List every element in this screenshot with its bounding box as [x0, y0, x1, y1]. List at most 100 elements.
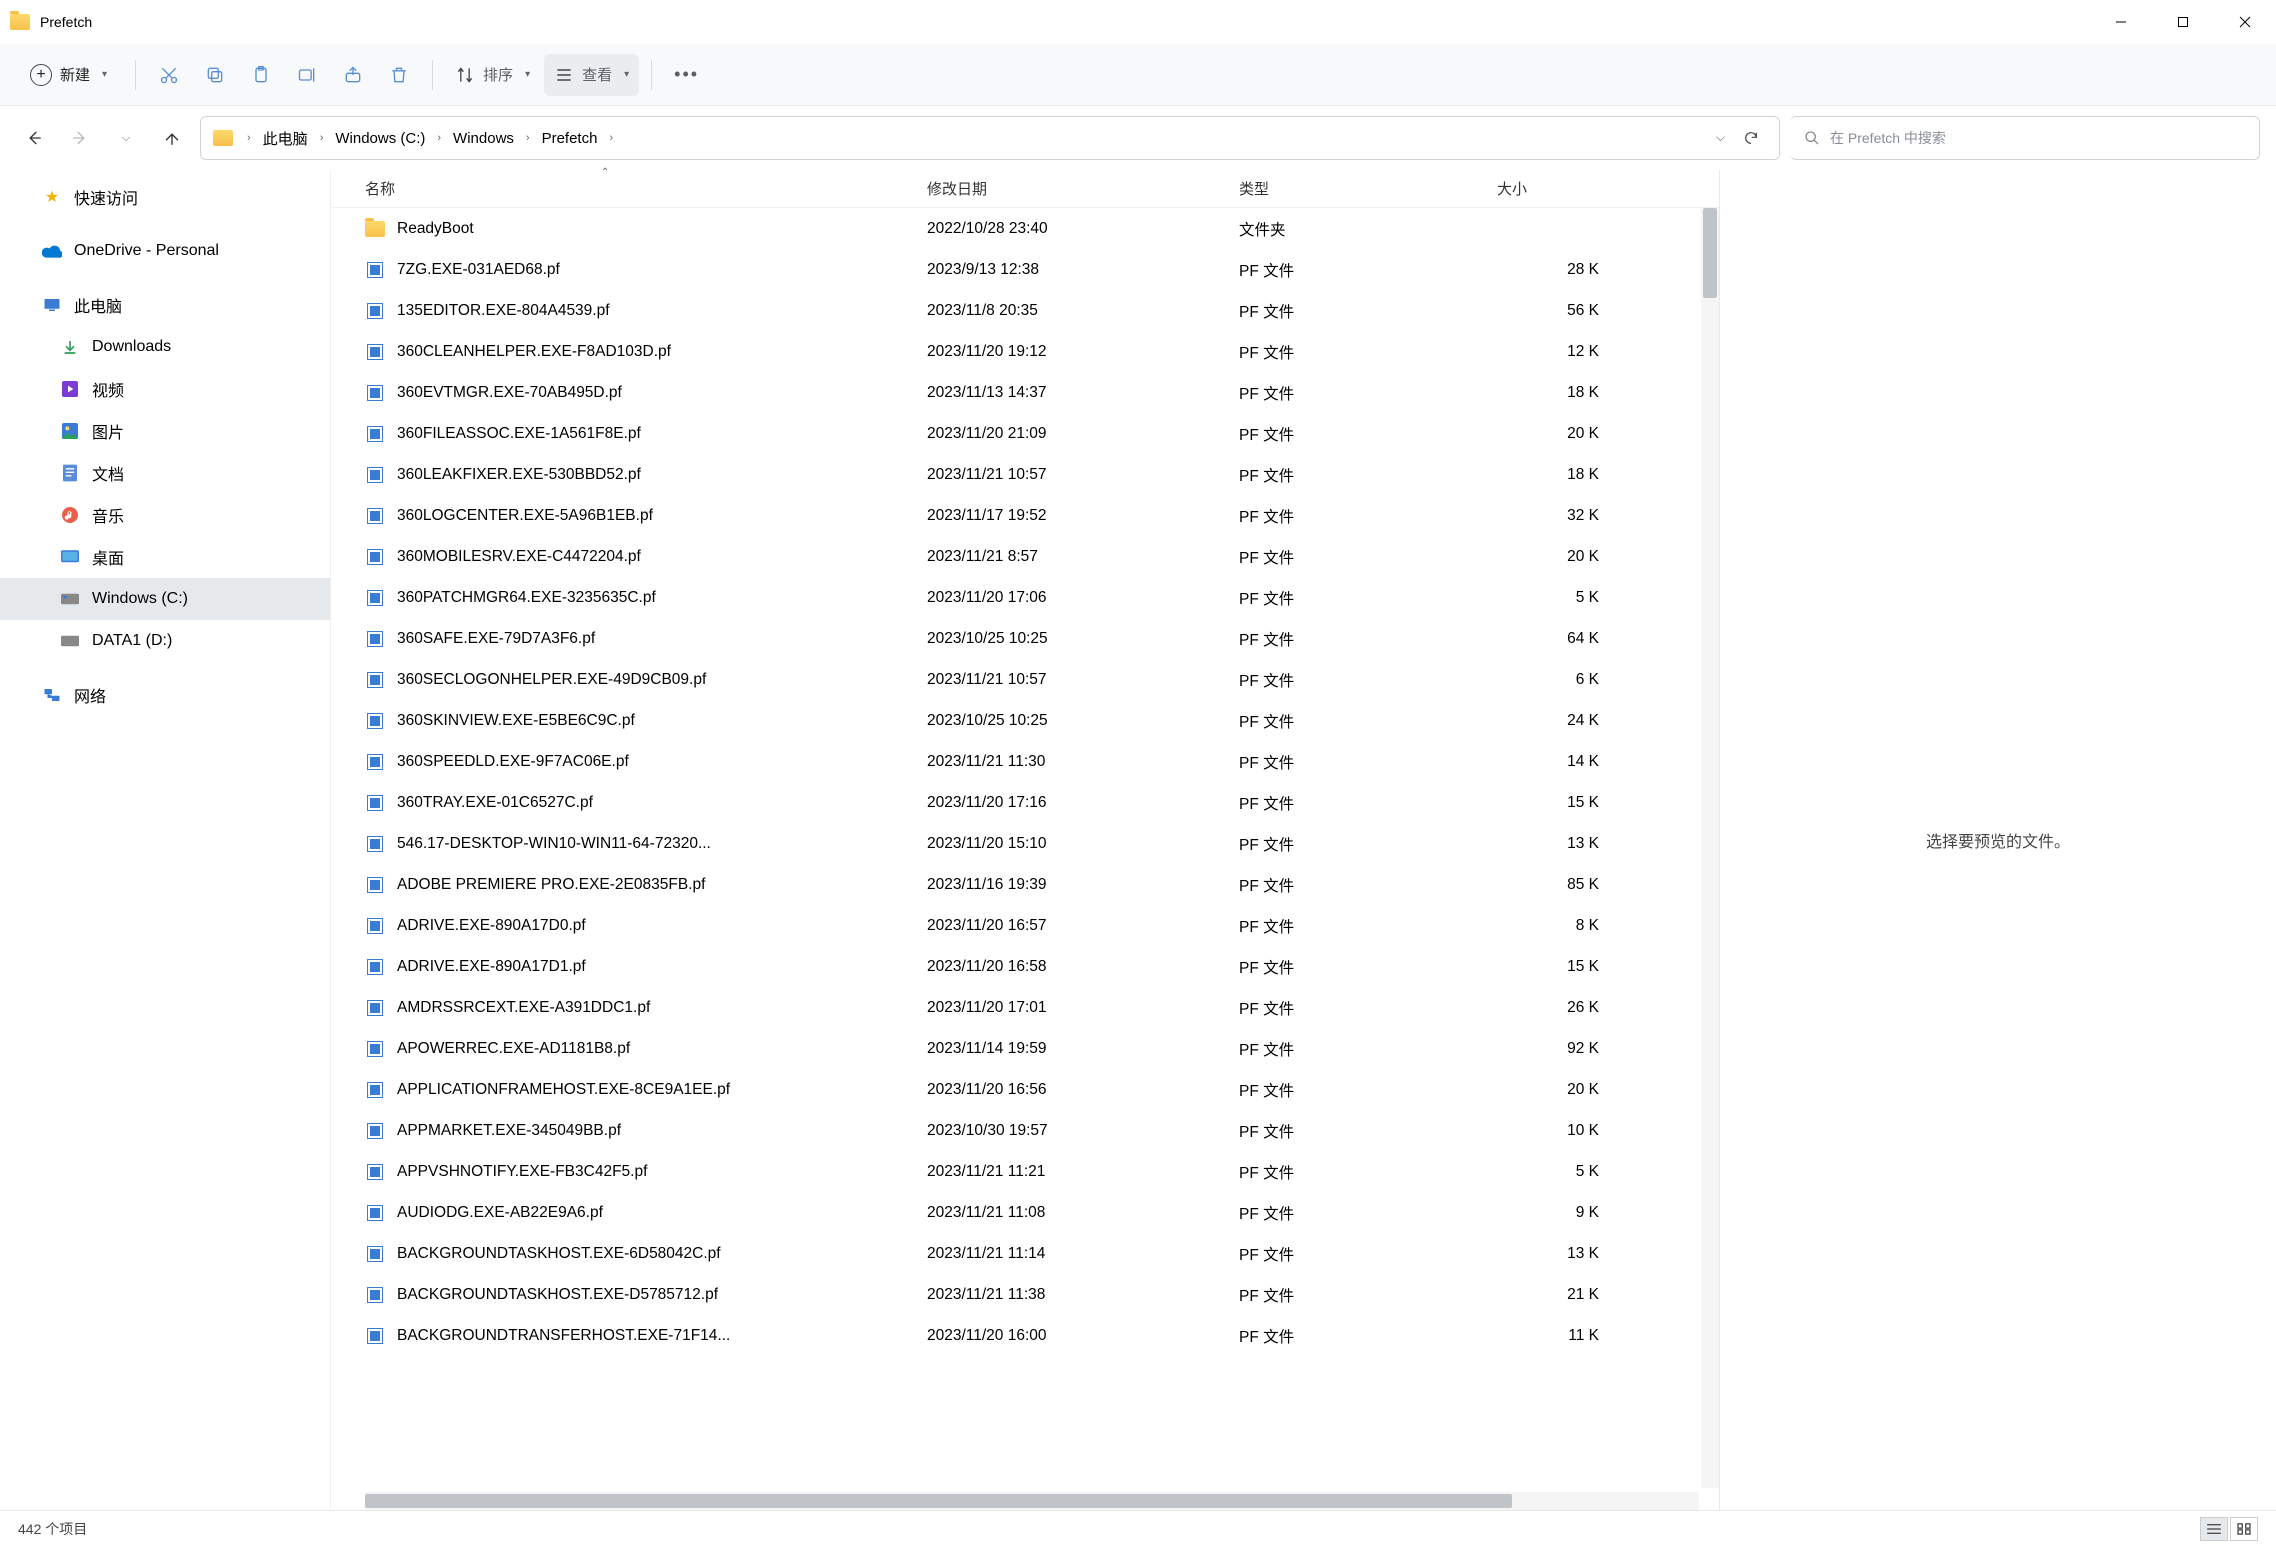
view-button[interactable]: 查看 ▾ [544, 54, 639, 96]
minimize-button[interactable] [2090, 0, 2152, 44]
breadcrumb[interactable]: Windows [449, 126, 518, 151]
file-list: ReadyBoot2022/10/28 23:40文件夹7ZG.EXE-031A… [331, 208, 1719, 1488]
table-row[interactable]: 360EVTMGR.EXE-70AB495D.pf2023/11/13 14:3… [331, 372, 1719, 413]
details-view-button[interactable] [2200, 1517, 2228, 1541]
table-row[interactable]: 360SKINVIEW.EXE-E5BE6C9C.pf2023/10/25 10… [331, 700, 1719, 741]
sidebar-item-network[interactable]: 网络 [0, 674, 330, 716]
table-row[interactable]: 360TRAY.EXE-01C6527C.pf2023/11/20 17:16P… [331, 782, 1719, 823]
window-title: Prefetch [40, 14, 92, 30]
table-row[interactable]: 360PATCHMGR64.EXE-3235635C.pf2023/11/20 … [331, 577, 1719, 618]
horizontal-scrollbar[interactable] [365, 1492, 1699, 1510]
close-button[interactable] [2214, 0, 2276, 44]
copy-button[interactable] [194, 54, 236, 96]
table-row[interactable]: APOWERREC.EXE-AD1181B8.pf2023/11/14 19:5… [331, 1028, 1719, 1069]
sidebar-item-data1-d[interactable]: DATA1 (D:) [0, 620, 330, 662]
sidebar-item-label: 视频 [92, 377, 124, 401]
column-name[interactable]: 名称 [365, 178, 927, 199]
cut-button[interactable] [148, 54, 190, 96]
table-row[interactable]: 360SAFE.EXE-79D7A3F6.pf2023/10/25 10:25P… [331, 618, 1719, 659]
sidebar-item-pictures[interactable]: 图片 [0, 410, 330, 452]
rename-button[interactable] [286, 54, 328, 96]
table-row[interactable]: 360MOBILESRV.EXE-C4472204.pf2023/11/21 8… [331, 536, 1719, 577]
file-name: APPMARKET.EXE-345049BB.pf [397, 1122, 927, 1140]
table-row[interactable]: AUDIODG.EXE-AB22E9A6.pf2023/11/21 11:08P… [331, 1192, 1719, 1233]
breadcrumb[interactable]: 此电脑 [259, 124, 312, 153]
preview-empty-text: 选择要预览的文件。 [1926, 828, 2070, 852]
table-row[interactable]: BACKGROUNDTASKHOST.EXE-D5785712.pf2023/1… [331, 1274, 1719, 1315]
file-name: 360SPEEDLD.EXE-9F7AC06E.pf [397, 753, 927, 771]
sidebar-item-documents[interactable]: 文档 [0, 452, 330, 494]
breadcrumb[interactable]: Prefetch [538, 126, 602, 151]
chevron-down-icon[interactable]: ⌵ [1716, 130, 1725, 146]
delete-button[interactable] [378, 54, 420, 96]
file-date: 2023/11/21 11:38 [927, 1286, 1239, 1304]
table-row[interactable]: ADRIVE.EXE-890A17D1.pf2023/11/20 16:58PF… [331, 946, 1719, 987]
table-row[interactable]: APPVSHNOTIFY.EXE-FB3C42F5.pf2023/11/21 1… [331, 1151, 1719, 1192]
maximize-button[interactable] [2152, 0, 2214, 44]
paste-button[interactable] [240, 54, 282, 96]
table-row[interactable]: 546.17-DESKTOP-WIN10-WIN11-64-72320...20… [331, 823, 1719, 864]
sidebar-item-downloads[interactable]: Downloads [0, 326, 330, 368]
table-row[interactable]: ReadyBoot2022/10/28 23:40文件夹 [331, 208, 1719, 249]
sidebar-item-windows-c[interactable]: Windows (C:) [0, 578, 330, 620]
forward-button[interactable] [62, 120, 98, 156]
file-size: 26 K [1489, 999, 1599, 1017]
recent-locations-button[interactable]: ⌵ [108, 120, 144, 156]
table-row[interactable]: 360LEAKFIXER.EXE-530BBD52.pf2023/11/21 1… [331, 454, 1719, 495]
search-icon [1804, 130, 1820, 146]
music-icon [60, 505, 80, 525]
table-row[interactable]: APPMARKET.EXE-345049BB.pf2023/10/30 19:5… [331, 1110, 1719, 1151]
table-row[interactable]: AMDRSSRCEXT.EXE-A391DDC1.pf2023/11/20 17… [331, 987, 1719, 1028]
file-type: PF 文件 [1239, 1202, 1489, 1224]
sidebar-item-quick-access[interactable]: ★快速访问 [0, 176, 330, 218]
table-row[interactable]: 360SECLOGONHELPER.EXE-49D9CB09.pf2023/11… [331, 659, 1719, 700]
table-row[interactable]: 360LOGCENTER.EXE-5A96B1EB.pf2023/11/17 1… [331, 495, 1719, 536]
new-button[interactable]: + 新建 ▾ [18, 54, 123, 96]
sidebar-item-videos[interactable]: 视频 [0, 368, 330, 410]
sidebar-item-music[interactable]: 音乐 [0, 494, 330, 536]
table-row[interactable]: 7ZG.EXE-031AED68.pf2023/9/13 12:38PF 文件2… [331, 249, 1719, 290]
sidebar-item-label: OneDrive - Personal [74, 242, 219, 260]
table-row[interactable]: ADOBE PREMIERE PRO.EXE-2E0835FB.pf2023/1… [331, 864, 1719, 905]
folder-icon [365, 219, 385, 239]
sidebar-item-onedrive[interactable]: OneDrive - Personal [0, 230, 330, 272]
file-date: 2023/11/20 17:01 [927, 999, 1239, 1017]
sort-button[interactable]: 排序 ▾ [445, 54, 540, 96]
table-row[interactable]: BACKGROUNDTASKHOST.EXE-6D58042C.pf2023/1… [331, 1233, 1719, 1274]
column-date[interactable]: 修改日期 [927, 178, 1239, 199]
table-row[interactable]: APPLICATIONFRAMEHOST.EXE-8CE9A1EE.pf2023… [331, 1069, 1719, 1110]
column-type[interactable]: 类型 [1239, 178, 1497, 199]
file-name: 360LEAKFIXER.EXE-530BBD52.pf [397, 466, 927, 484]
table-row[interactable]: 360CLEANHELPER.EXE-F8AD103D.pf2023/11/20… [331, 331, 1719, 372]
up-button[interactable] [154, 120, 190, 156]
column-size[interactable]: 大小 [1497, 178, 1627, 199]
breadcrumb[interactable]: Windows (C:) [331, 126, 429, 151]
back-button[interactable] [16, 120, 52, 156]
table-row[interactable]: 360SPEEDLD.EXE-9F7AC06E.pf2023/11/21 11:… [331, 741, 1719, 782]
vertical-scrollbar[interactable] [1701, 208, 1719, 1488]
more-button[interactable]: ••• [664, 54, 709, 96]
sidebar-item-label: 图片 [92, 419, 124, 443]
file-name: BACKGROUNDTASKHOST.EXE-D5785712.pf [397, 1286, 927, 1304]
table-row[interactable]: ADRIVE.EXE-890A17D0.pf2023/11/20 16:57PF… [331, 905, 1719, 946]
address-bar[interactable]: › 此电脑 › Windows (C:) › Windows › Prefetc… [200, 116, 1780, 160]
refresh-icon[interactable] [1743, 130, 1759, 146]
table-row[interactable]: BACKGROUNDTRANSFERHOST.EXE-71F14...2023/… [331, 1315, 1719, 1356]
table-row[interactable]: 135EDITOR.EXE-804A4539.pf2023/11/8 20:35… [331, 290, 1719, 331]
file-size: 21 K [1489, 1286, 1599, 1304]
file-icon [365, 752, 385, 772]
table-row[interactable]: 360FILEASSOC.EXE-1A561F8E.pf2023/11/20 2… [331, 413, 1719, 454]
file-date: 2023/10/25 10:25 [927, 630, 1239, 648]
scrollbar-thumb[interactable] [365, 1494, 1512, 1508]
file-icon [365, 506, 385, 526]
file-name: AUDIODG.EXE-AB22E9A6.pf [397, 1204, 927, 1222]
sidebar-item-this-pc[interactable]: 此电脑 [0, 284, 330, 326]
sort-icon [455, 65, 475, 85]
sidebar-item-desktop[interactable]: 桌面 [0, 536, 330, 578]
preview-pane: 选择要预览的文件。 [1719, 170, 2276, 1510]
thumbnails-view-button[interactable] [2230, 1517, 2258, 1541]
search-input[interactable]: 在 Prefetch 中搜索 [1790, 116, 2260, 160]
share-button[interactable] [332, 54, 374, 96]
scrollbar-thumb[interactable] [1703, 208, 1717, 298]
file-type: PF 文件 [1239, 628, 1489, 650]
